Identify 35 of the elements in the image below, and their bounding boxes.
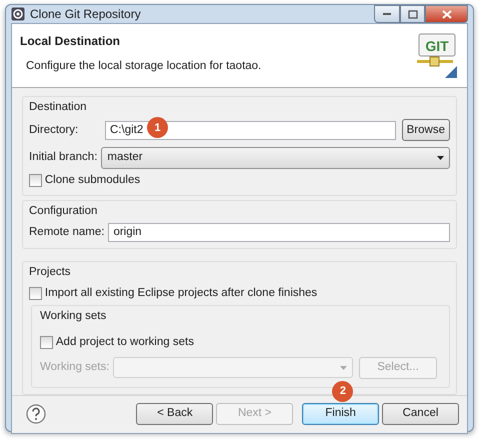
checkbox[interactable] [29,174,42,187]
group-title: Working sets [40,308,106,324]
maximize-button[interactable] [400,5,425,23]
minimize-icon [382,12,392,16]
browse-button[interactable]: Browse [402,119,450,142]
window-title: Clone Git Repository [30,6,141,23]
checkbox-label: Import all existing Eclipse projects after clone finishes [44,286,318,301]
close-icon [442,10,452,18]
field-label: Directory: [29,122,80,138]
group-title: Configuration [29,204,98,220]
group-title: Projects [29,265,71,280]
step-marker: 2 [332,380,354,402]
wizard-button[interactable]: Cancel [382,402,459,425]
checkbox-label: Clone submodules [44,172,140,188]
minimize-button[interactable] [374,5,400,23]
field-label: Remote name: [29,225,104,240]
caret-icon [437,156,444,160]
checkbox-label: Add project to working sets [56,334,194,350]
checkbox[interactable] [40,336,53,349]
page-description: Configure the local storage location for taotao. [26,59,262,74]
step-marker: 1 [147,117,168,138]
remote-name-field[interactable]: origin [108,223,450,242]
branch-dropdown[interactable]: master [101,147,450,169]
field-label: Working sets: [40,360,110,376]
app-icon [11,7,25,21]
maximize-icon [408,10,418,18]
field-label: Initial branch: [29,150,98,166]
group-title: Destination [29,100,87,115]
help-icon[interactable] [26,404,46,424]
wizard-button[interactable]: Finish [302,402,380,425]
checkbox[interactable] [29,286,42,300]
close-button[interactable] [425,5,468,23]
page-title: Local Destination [20,33,122,50]
wizard-button[interactable]: < Back [136,402,214,425]
caret-icon [340,366,348,370]
